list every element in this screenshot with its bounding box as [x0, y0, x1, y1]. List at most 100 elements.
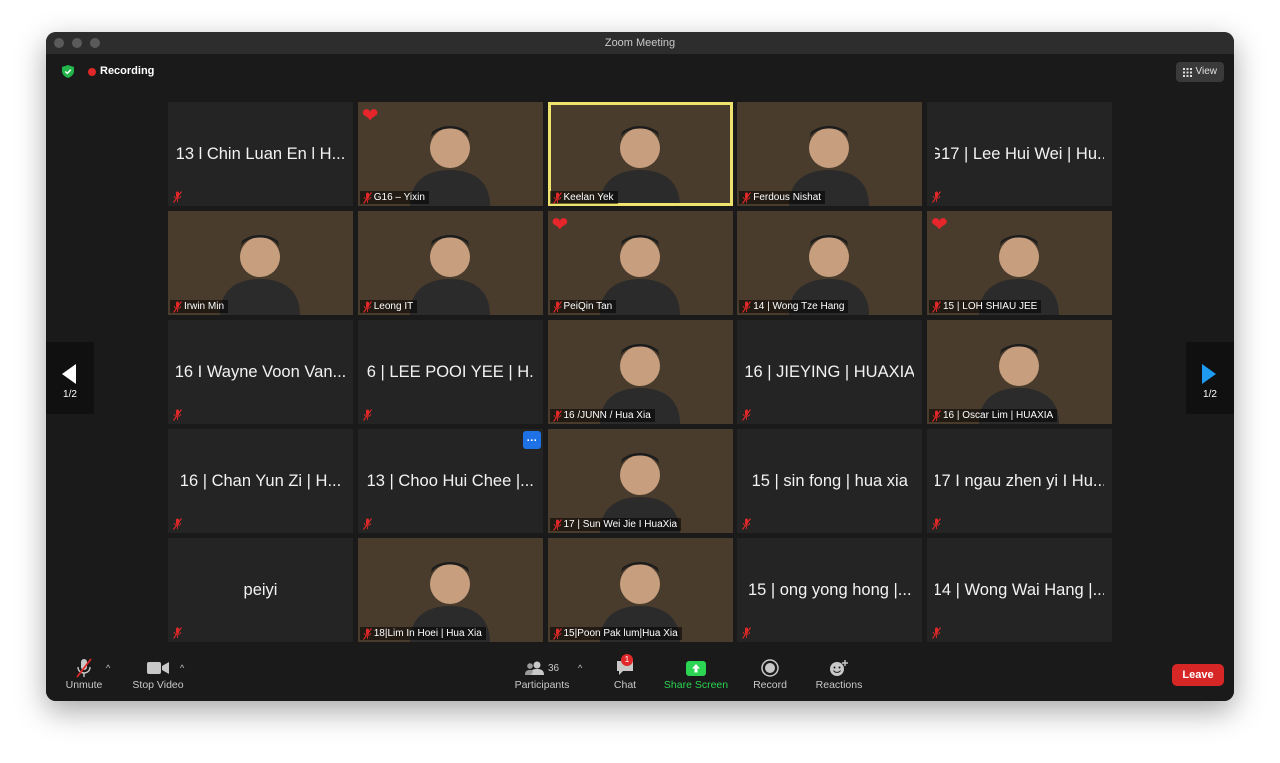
participant-name-label: Leong IT	[359, 300, 418, 313]
muted-status	[739, 517, 753, 531]
record-label: Record	[753, 679, 787, 691]
participant-name: 18|Lim In Hoei | Hua Xia	[373, 628, 482, 639]
share-screen-icon	[686, 660, 706, 676]
muted-microphone-icon	[362, 192, 372, 204]
participant-name: 16 I Wayne Voon Van...	[176, 362, 345, 381]
heart-reaction-icon: ❤	[931, 214, 948, 236]
participant-tile[interactable]: 16 /JUNN / Hua Xia	[547, 320, 733, 424]
participant-tile[interactable]: peiyi	[168, 538, 353, 642]
muted-microphone-icon	[932, 301, 941, 313]
muted-status	[170, 626, 184, 640]
chat-unread-badge: 1	[621, 654, 633, 666]
participant-tile[interactable]: 15|Poon Pak lum|Hua Xia	[547, 538, 733, 642]
participant-tile[interactable]: 15 | LOH SHIAU JEE ❤	[927, 211, 1112, 315]
muted-microphone-icon	[552, 192, 562, 204]
participant-tile[interactable]: Irwin Min	[168, 211, 353, 315]
title-bar: Zoom Meeting	[46, 32, 1234, 54]
page-indicator-left: 1/2	[63, 389, 77, 400]
participants-button[interactable]: 36 Participants	[512, 657, 572, 691]
muted-status	[739, 408, 753, 422]
stop-video-button[interactable]: Stop Video	[128, 657, 188, 691]
unmute-label: Unmute	[65, 679, 103, 691]
heart-reaction-icon: ❤	[551, 214, 569, 236]
close-window-button[interactable]	[54, 38, 64, 48]
participant-name-label: Irwin Min	[170, 300, 229, 313]
participant-tile[interactable]: 15 | ong yong hong |...	[737, 538, 923, 642]
participant-name: 15 | ong yong hong |...	[747, 580, 912, 599]
muted-microphone-icon	[173, 409, 182, 421]
muted-microphone-icon	[742, 301, 752, 313]
reactions-emoji-icon	[830, 660, 848, 676]
participants-options-caret-icon[interactable]: ^	[578, 663, 582, 673]
muted-status	[929, 190, 943, 204]
participant-tile[interactable]: 14 | Wong Tze Hang	[737, 211, 923, 315]
participant-tile[interactable]: 15 | sin fong | hua xia	[737, 429, 923, 533]
muted-microphone-icon	[173, 191, 182, 203]
participant-name: 16 | JIEYING | HUAXIA	[745, 362, 915, 381]
record-icon	[761, 659, 779, 677]
share-screen-button[interactable]: Share Screen	[662, 657, 730, 691]
participant-tile[interactable]: 14 | Wong Wai Hang |...	[927, 538, 1112, 642]
participant-tile[interactable]: 13 l Chin Luan En l H...	[168, 102, 353, 206]
arrow-right-icon	[1202, 364, 1216, 384]
participant-name-label: 17 | Sun Wei Jie I HuaXia	[549, 518, 682, 531]
participant-tile[interactable]: 16 | LEE POOI YEE | H...	[357, 320, 543, 424]
participant-name: PeiQin Tan	[563, 301, 613, 312]
muted-microphone-icon	[362, 409, 372, 421]
more-options-button[interactable]: …	[522, 431, 541, 449]
participant-name-label: PeiQin Tan	[549, 300, 617, 313]
muted-microphone-icon	[552, 410, 562, 422]
maximize-window-button[interactable]	[90, 38, 100, 48]
participant-tile[interactable]: PeiQin Tan ❤	[547, 211, 733, 315]
participant-tile[interactable]: Leong IT	[357, 211, 543, 315]
participant-tile[interactable]: Ferdous Nishat	[737, 102, 923, 206]
participant-tile[interactable]: 16 | Oscar Lim | HUAXIA	[927, 320, 1112, 424]
participant-tile[interactable]: 16 I Wayne Voon Van...	[168, 320, 353, 424]
participant-tile[interactable]: 17 I ngau zhen yi I Hu...	[927, 429, 1112, 533]
video-camera-icon	[147, 662, 169, 674]
record-button[interactable]: Record	[750, 657, 790, 691]
muted-status	[360, 408, 374, 422]
muted-microphone-icon	[742, 518, 752, 530]
muted-status	[739, 626, 753, 640]
participant-name-label: 16 /JUNN / Hua Xia	[549, 409, 655, 422]
muted-status	[929, 626, 943, 640]
participant-tile[interactable]: 18|Lim In Hoei | Hua Xia	[357, 538, 543, 642]
participant-name: 13 | Choo Hui Chee |...	[366, 471, 534, 490]
participant-name-label: 18|Lim In Hoei | Hua Xia	[359, 627, 486, 640]
participant-name: 15 | sin fong | hua xia	[751, 471, 908, 490]
next-page-button[interactable]: 1/2	[1186, 342, 1234, 414]
leave-button[interactable]: Leave	[1172, 664, 1224, 686]
participant-tile[interactable]: 16 | JIEYING | HUAXIA	[737, 320, 923, 424]
arrow-left-icon	[62, 364, 76, 384]
participant-tile[interactable]: G17 | Lee Hui Wei | Hu...	[927, 102, 1112, 206]
audio-options-caret-icon[interactable]: ^	[106, 663, 110, 673]
participant-tile[interactable]: 17 | Sun Wei Jie I HuaXia	[547, 429, 733, 533]
shield-icon[interactable]	[62, 65, 74, 78]
participant-name-label: 16 | Oscar Lim | HUAXIA	[929, 409, 1058, 422]
muted-microphone-icon	[552, 301, 562, 313]
participant-name: Leong IT	[373, 301, 414, 312]
microphone-muted-icon	[76, 658, 92, 678]
view-label: View	[1195, 66, 1218, 77]
previous-page-button[interactable]: 1/2	[46, 342, 94, 414]
minimize-window-button[interactable]	[72, 38, 82, 48]
unmute-button[interactable]: Unmute	[62, 657, 106, 691]
video-options-caret-icon[interactable]: ^	[180, 663, 184, 673]
participant-tile[interactable]: 13 | Choo Hui Chee |... …	[357, 429, 543, 533]
participant-name: 16 | Oscar Lim | HUAXIA	[943, 410, 1054, 421]
muted-microphone-icon	[932, 627, 941, 639]
participant-tile[interactable]: G16 – Yixin ❤	[357, 102, 543, 206]
participant-tile[interactable]: Keelan Yek	[547, 102, 733, 206]
view-button[interactable]: View	[1175, 62, 1224, 82]
recording-label: Recording	[100, 65, 155, 77]
participant-name-label: 15 | LOH SHIAU JEE	[929, 300, 1042, 313]
participant-name: Ferdous Nishat	[753, 192, 822, 203]
reactions-button[interactable]: Reactions	[812, 657, 866, 691]
participant-name: 14 | Wong Tze Hang	[753, 301, 845, 312]
chat-button[interactable]: 1 Chat	[608, 654, 642, 691]
participant-tile[interactable]: 16 | Chan Yun Zi | H...	[168, 429, 353, 533]
participant-name: 16 /JUNN / Hua Xia	[563, 410, 651, 421]
participant-name-label: G16 – Yixin	[359, 191, 429, 204]
participant-name: 14 | Wong Wai Hang |...	[935, 580, 1104, 599]
